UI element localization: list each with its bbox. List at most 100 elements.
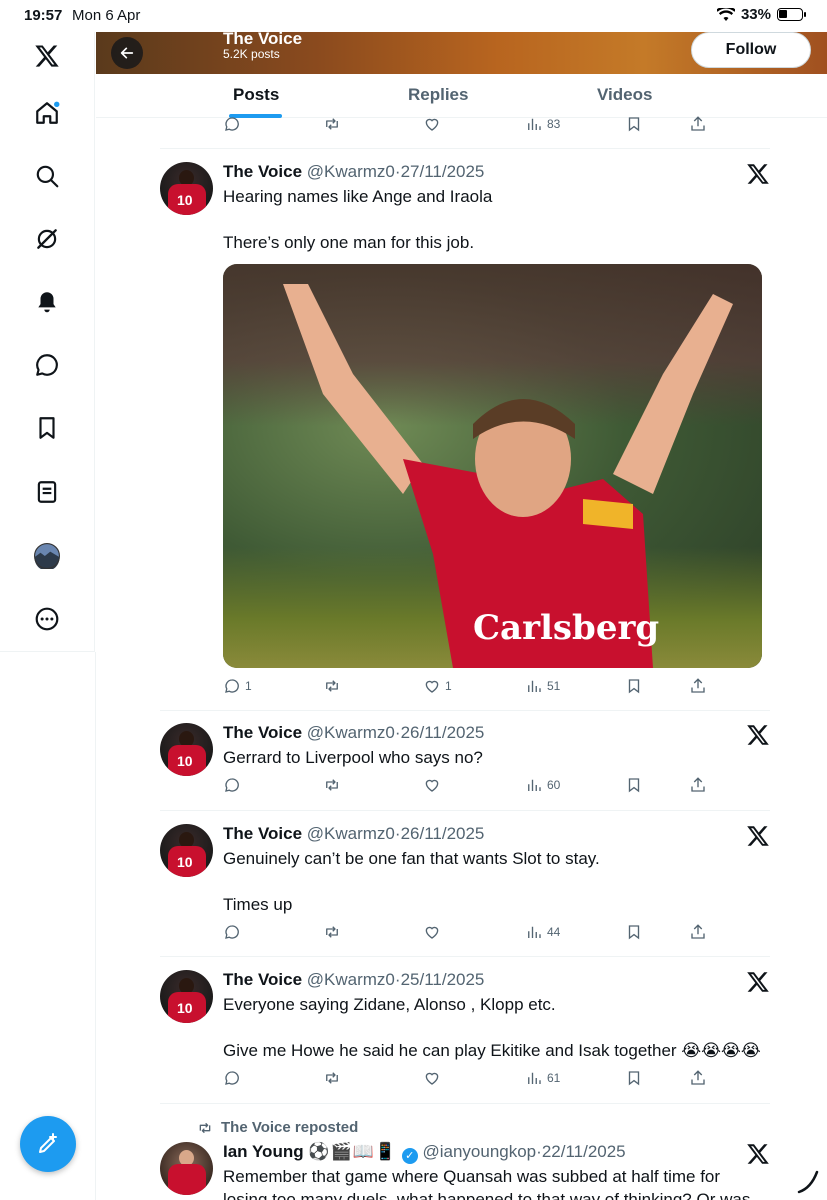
lists-icon[interactable]	[27, 472, 67, 512]
bookmark-icon	[628, 925, 640, 940]
share-button[interactable]	[689, 677, 707, 695]
post-text: losing too many duels, what happened to …	[223, 1190, 751, 1200]
like-button[interactable]	[423, 1069, 441, 1087]
grok-icon[interactable]	[27, 219, 67, 259]
back-button[interactable]	[111, 37, 143, 69]
post[interactable]: 10 The Voice @Kwarmz0·26/11/2025 Genuine…	[160, 824, 770, 949]
avatar[interactable]: 10	[160, 162, 213, 215]
like-button[interactable]	[423, 923, 441, 941]
bookmark-button[interactable]	[625, 1069, 643, 1087]
profile-tabs: Posts Replies Videos	[96, 74, 827, 118]
like-button[interactable]	[423, 115, 441, 133]
author-name[interactable]: The Voice	[223, 970, 302, 989]
post-date[interactable]: 27/11/2025	[401, 162, 485, 181]
reply-button[interactable]: 1	[223, 677, 252, 695]
post[interactable]: 10 The Voice @Kwarmz0·27/11/2025 Hearing…	[160, 162, 770, 702]
bookmark-button[interactable]	[625, 115, 643, 133]
reposted-label: The Voice reposted	[221, 1119, 359, 1136]
author-handle[interactable]: @Kwarmz0	[307, 970, 395, 989]
author-handle[interactable]: @Kwarmz0	[307, 162, 395, 181]
author-handle[interactable]: @ianyoungkop	[422, 1142, 536, 1161]
more-icon[interactable]	[27, 599, 67, 639]
bookmark-icon	[628, 778, 640, 793]
post-actions: 61	[223, 1069, 713, 1089]
views-icon	[528, 680, 541, 692]
post-date[interactable]: 26/11/2025	[401, 824, 485, 843]
author-handle[interactable]: @Kwarmz0	[307, 824, 395, 843]
battery-percent: 33%	[740, 6, 771, 23]
repost-icon	[326, 1072, 338, 1084]
bookmark-button[interactable]	[625, 776, 643, 794]
notifications-icon[interactable]	[27, 282, 67, 322]
reply-button[interactable]	[223, 776, 241, 794]
x-logo-icon[interactable]	[27, 36, 67, 76]
views-count: 60	[547, 778, 561, 792]
reply-button[interactable]	[223, 923, 241, 941]
post[interactable]: 10 The Voice @Kwarmz0·26/11/2025 Gerrard…	[160, 723, 770, 803]
tab-posts[interactable]: Posts	[233, 85, 279, 105]
author-name[interactable]: The Voice	[223, 723, 302, 742]
author-name[interactable]: The Voice	[223, 824, 302, 843]
post-date[interactable]: 25/11/2025	[401, 970, 485, 989]
author-name[interactable]: Ian Young	[223, 1142, 304, 1161]
share-button[interactable]	[689, 776, 707, 794]
bookmark-button[interactable]	[625, 677, 643, 695]
share-button[interactable]	[689, 1069, 707, 1087]
repost-button[interactable]	[323, 923, 341, 941]
post-actions: 1 1 51	[223, 677, 713, 697]
bookmarks-icon[interactable]	[27, 408, 67, 448]
sidebar-nav	[0, 32, 95, 652]
repost-icon	[326, 680, 338, 692]
x-logo-icon	[746, 1142, 770, 1166]
author-name[interactable]: The Voice	[223, 162, 302, 181]
repost-button[interactable]	[323, 115, 341, 133]
post-image[interactable]: Carlsberg	[223, 264, 762, 668]
post-date[interactable]: 22/11/2025	[542, 1142, 626, 1161]
arrow-left-icon	[120, 47, 134, 59]
home-icon[interactable]	[27, 93, 67, 133]
views-button[interactable]: 60	[525, 776, 560, 794]
x-logo-icon	[746, 970, 770, 994]
avatar[interactable]: 10	[160, 824, 213, 877]
repost-button[interactable]	[323, 1069, 341, 1087]
avatar[interactable]: 10	[160, 970, 213, 1023]
search-icon[interactable]	[27, 156, 67, 196]
views-button[interactable]: 83	[525, 115, 560, 133]
bookmark-icon	[628, 1071, 640, 1086]
follow-button[interactable]: Follow	[691, 32, 811, 68]
verified-badge-icon: ✓	[401, 1148, 418, 1164]
repost-icon	[326, 926, 338, 938]
profile-avatar[interactable]	[27, 536, 67, 576]
like-button[interactable]: 1	[423, 677, 452, 695]
repost-button[interactable]	[323, 776, 341, 794]
reply-button[interactable]	[223, 1069, 241, 1087]
share-button[interactable]	[689, 115, 707, 133]
like-button[interactable]	[423, 776, 441, 794]
avatar[interactable]	[160, 1142, 213, 1195]
bookmark-button[interactable]	[625, 923, 643, 941]
post-date[interactable]: 26/11/2025	[401, 723, 485, 742]
views-button[interactable]: 61	[525, 1069, 560, 1087]
post-actions: 60	[223, 776, 713, 796]
post-actions: 83	[223, 115, 713, 135]
reply-button[interactable]	[223, 115, 241, 133]
post[interactable]: Ian Young ⚽🎬📖📱 ✓ @ianyoungkop·22/11/2025…	[160, 1142, 770, 1200]
repost-button[interactable]	[323, 677, 341, 695]
x-logo-icon	[746, 162, 770, 186]
post-text: Times up	[223, 895, 293, 914]
post-count: 5.2K posts	[223, 47, 280, 61]
views-button[interactable]: 51	[525, 677, 560, 695]
share-button[interactable]	[689, 923, 707, 941]
compose-post-button[interactable]	[20, 1116, 76, 1172]
tab-videos[interactable]: Videos	[597, 85, 652, 105]
views-button[interactable]: 44	[525, 923, 560, 941]
post-divider	[160, 956, 770, 957]
author-handle[interactable]: @Kwarmz0	[307, 723, 395, 742]
post[interactable]: 10 The Voice @Kwarmz0·25/11/2025 Everyon…	[160, 970, 770, 1095]
tab-replies[interactable]: Replies	[408, 85, 468, 105]
avatar[interactable]: 10	[160, 723, 213, 776]
loading-spinner-icon	[797, 1170, 819, 1194]
messages-icon[interactable]	[27, 345, 67, 385]
post-header: The Voice @Kwarmz0·26/11/2025	[223, 824, 484, 844]
reply-icon	[225, 1071, 239, 1085]
